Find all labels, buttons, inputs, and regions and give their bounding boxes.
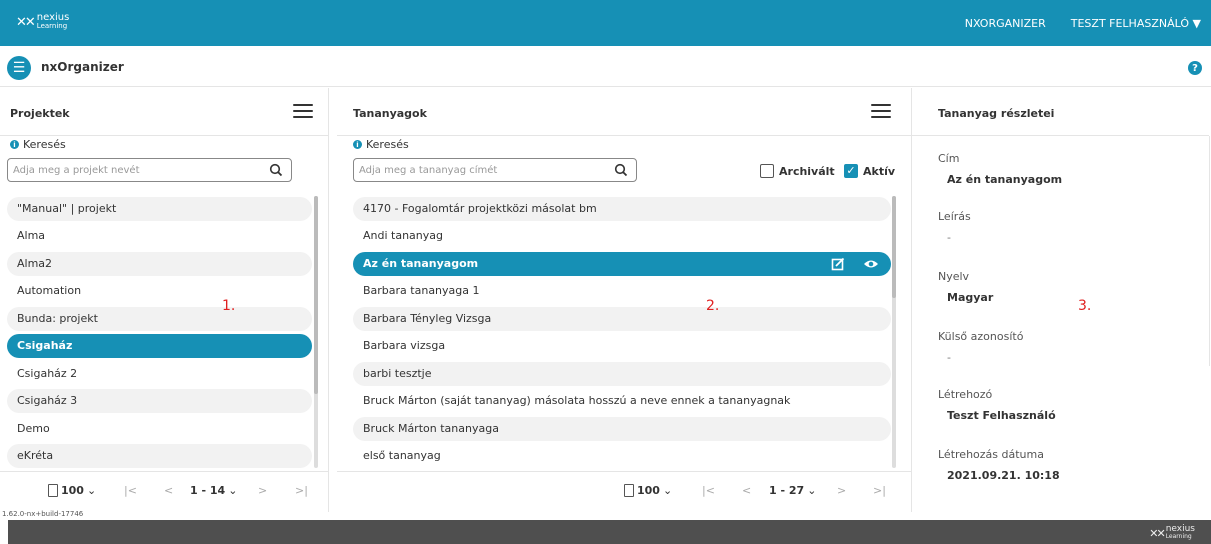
- search-icon[interactable]: [269, 163, 283, 177]
- user-menu[interactable]: TESZT FELHASZNÁLÓ ▼: [1071, 17, 1201, 30]
- edit-icon[interactable]: [831, 257, 845, 271]
- list-item[interactable]: Bruck Márton tananyaga: [353, 417, 891, 441]
- list-item[interactable]: első tananyag: [353, 444, 891, 468]
- first-page-icon[interactable]: |<: [124, 484, 137, 497]
- list-item[interactable]: Barbara tananyaga 1: [353, 279, 891, 303]
- list-item[interactable]: Automation: [7, 279, 312, 303]
- search-icon[interactable]: [614, 163, 628, 177]
- list-item[interactable]: Barbara Tényleg Vizsga: [353, 307, 891, 331]
- last-page-icon[interactable]: >|: [873, 484, 886, 497]
- document-icon: [624, 484, 634, 497]
- divider: [1209, 136, 1210, 366]
- info-icon: i: [10, 140, 19, 149]
- list-item[interactable]: Demo: [7, 417, 312, 441]
- annotation-number: 1.: [222, 298, 236, 314]
- projects-menu-icon[interactable]: [293, 104, 313, 118]
- next-page-icon[interactable]: >: [837, 484, 846, 497]
- material-scrollbar[interactable]: [892, 196, 896, 468]
- app-title: nxOrganizer: [41, 60, 124, 74]
- prev-page-icon[interactable]: <: [164, 484, 173, 497]
- detail-created-date: Létrehozás dátuma 2021.09.21. 10:18: [938, 448, 1060, 482]
- chevron-down-icon: ⌄: [662, 484, 673, 497]
- project-search-input[interactable]: [13, 161, 266, 179]
- detail-title: Cím Az én tananyagom: [938, 152, 1063, 186]
- build-version: 1.62.0-nx+build-17746: [2, 510, 84, 518]
- nav-nxorganizer[interactable]: NXORGANIZER: [965, 17, 1046, 30]
- panel-title: Tananyag részletei: [938, 107, 1055, 120]
- page-range-select[interactable]: 1 - 27 ⌄: [769, 484, 816, 497]
- logo-mark-icon: ✕✕: [16, 14, 36, 30]
- list-item[interactable]: Bruck Márton (saját tananyag) másolata h…: [353, 389, 891, 413]
- list-item-selected[interactable]: Csigaház: [7, 334, 312, 358]
- project-search: [7, 158, 292, 182]
- list-item[interactable]: Andi tananyag: [353, 224, 891, 248]
- projects-panel: Projektek i Keresés "Manual" | projekt A…: [0, 88, 328, 512]
- list-item[interactable]: Alma2: [7, 252, 312, 276]
- materials-panel: Tananyagok i Keresés Archivált ✓ Aktív 4…: [337, 88, 911, 512]
- document-icon: [48, 484, 58, 497]
- nexius-logo[interactable]: ✕✕ nexius Learning: [16, 13, 69, 31]
- prev-page-icon[interactable]: <: [742, 484, 751, 497]
- annotation-number: 3.: [1078, 298, 1092, 314]
- next-page-icon[interactable]: >: [258, 484, 267, 497]
- list-item[interactable]: barbi tesztje: [353, 362, 891, 386]
- panel-title: Projektek: [10, 107, 70, 120]
- help-icon: ?: [1192, 62, 1198, 74]
- list-item[interactable]: Csigaház 2: [7, 362, 312, 386]
- footer: ✕✕ nexius Learning: [8, 520, 1211, 544]
- archived-label: Archivált: [779, 165, 835, 178]
- material-list: 4170 - Fogalomtár projektközi másolat bm…: [353, 197, 893, 467]
- project-list: "Manual" | projekt Alma Alma2 Automation…: [7, 197, 314, 468]
- last-page-icon[interactable]: >|: [295, 484, 308, 497]
- help-button[interactable]: ?: [1188, 61, 1202, 75]
- material-search: [353, 158, 637, 182]
- materials-menu-icon[interactable]: [871, 104, 891, 118]
- info-icon: i: [353, 140, 362, 149]
- chevron-down-icon: ⌄: [86, 484, 97, 497]
- project-pager: 100 ⌄ |< < 1 - 14 ⌄ > >|: [0, 471, 328, 511]
- list-item[interactable]: Bunda: projekt: [7, 307, 312, 331]
- scroll-thumb[interactable]: [314, 196, 318, 394]
- check-icon: ✓: [846, 164, 856, 177]
- caret-down-icon: ▼: [1192, 17, 1201, 30]
- divider: [328, 88, 329, 512]
- list-item[interactable]: Barbara vizsga: [353, 334, 891, 358]
- top-bar: ✕✕ nexius Learning NXORGANIZER TESZT FEL…: [0, 0, 1211, 46]
- detail-language: Nyelv Magyar: [938, 270, 994, 304]
- active-label: Aktív: [863, 165, 896, 178]
- active-checkbox[interactable]: ✓: [844, 164, 858, 178]
- list-item[interactable]: Csigaház 3: [7, 389, 312, 413]
- app-header: ☰ nxOrganizer ?: [0, 46, 1211, 87]
- material-search-input[interactable]: [359, 161, 611, 179]
- detail-description: Leírás -: [938, 210, 971, 244]
- list-item[interactable]: "Manual" | projekt: [7, 197, 312, 221]
- detail-creator: Létrehozó Teszt Felhasználó: [938, 388, 1056, 422]
- first-page-icon[interactable]: |<: [702, 484, 715, 497]
- list-item[interactable]: eKréta: [7, 444, 312, 468]
- panel-title: Tananyagok: [353, 107, 427, 120]
- archived-checkbox[interactable]: [760, 164, 774, 178]
- chevron-down-icon: ⌄: [228, 484, 238, 497]
- list-item[interactable]: 4170 - Fogalomtár projektközi másolat bm: [353, 197, 891, 221]
- material-pager: 100 ⌄ |< < 1 - 27 ⌄ > >|: [337, 471, 911, 511]
- project-scrollbar[interactable]: [314, 196, 318, 468]
- search-label: i Keresés: [353, 138, 409, 151]
- menu-button[interactable]: ☰: [7, 56, 31, 80]
- scroll-thumb[interactable]: [892, 196, 896, 298]
- annotation-number: 2.: [706, 298, 720, 314]
- page-size-select[interactable]: 100 ⌄: [48, 484, 96, 497]
- menu-icon: ☰: [12, 60, 26, 76]
- page-range-select[interactable]: 1 - 14 ⌄: [190, 484, 237, 497]
- top-nav: NXORGANIZER TESZT FELHASZNÁLÓ ▼: [965, 17, 1201, 30]
- eye-icon[interactable]: [863, 257, 879, 271]
- details-panel: Tananyag részletei Cím Az én tananyagom …: [912, 88, 1211, 512]
- search-label: i Keresés: [10, 138, 66, 151]
- detail-external-id: Külső azonosító -: [938, 330, 1024, 364]
- list-item-selected[interactable]: Az én tananyagom: [353, 252, 891, 276]
- list-item[interactable]: Alma: [7, 224, 312, 248]
- footer-logo: ✕✕ nexius Learning: [1149, 524, 1195, 541]
- logo-mark-icon: ✕✕: [1149, 526, 1166, 540]
- page-size-select[interactable]: 100 ⌄: [624, 484, 672, 497]
- chevron-down-icon: ⌄: [807, 484, 817, 497]
